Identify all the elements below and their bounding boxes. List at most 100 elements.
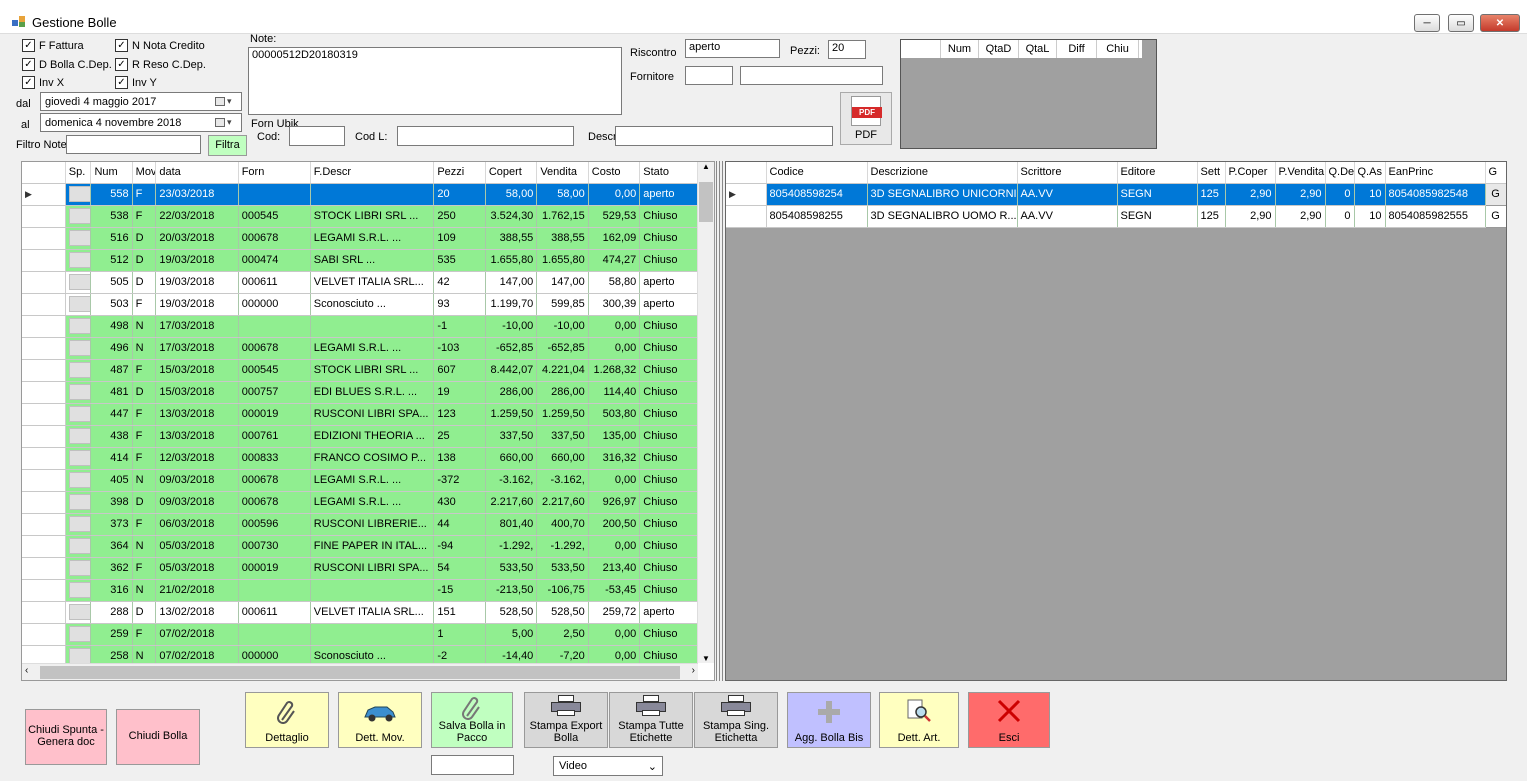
mov-cell[interactable]: F <box>132 425 157 448</box>
col-p-vendita[interactable]: P.Vendita <box>1275 162 1326 184</box>
col-vendita[interactable]: Vendita <box>536 162 589 184</box>
copert-cell[interactable]: 533,50 <box>485 557 538 580</box>
sp-cell[interactable] <box>65 535 92 558</box>
table-row[interactable]: 447 F 13/03/2018 000019 RUSCONI LIBRI SPA...… <box>22 403 698 426</box>
copert-cell[interactable]: -10,00 <box>485 315 538 338</box>
col-data[interactable]: data <box>155 162 239 184</box>
mov-cell[interactable]: D <box>132 249 157 272</box>
mov-cell[interactable]: D <box>132 381 157 404</box>
mov-cell[interactable]: N <box>132 535 157 558</box>
scroll-down-icon[interactable]: ▼ <box>698 654 714 663</box>
table-row[interactable]: 373 F 06/03/2018 000596 RUSCONI LIBRERIE... 4… <box>22 513 698 536</box>
data-cell[interactable]: 15/03/2018 <box>155 359 239 382</box>
check-inv-x[interactable]: ✓ Inv X <box>22 76 64 89</box>
col-scrittore[interactable]: Scrittore <box>1017 162 1118 184</box>
costo-cell[interactable]: 200,50 <box>588 513 641 536</box>
mov-cell[interactable]: F <box>132 447 157 470</box>
data-cell[interactable]: 15/03/2018 <box>155 381 239 404</box>
table-row[interactable]: 512 D 19/03/2018 000474 SABI SRL ... 535 1.655… <box>22 249 698 272</box>
check-inv-y[interactable]: ✓ Inv Y <box>115 76 157 89</box>
table-row[interactable]: 538 F 22/03/2018 000545 STOCK LIBRI SRL ... 2… <box>22 205 698 228</box>
col-q-as[interactable]: Q.As <box>1354 162 1386 184</box>
num-cell[interactable]: 498 <box>90 315 133 338</box>
costo-cell[interactable]: 0,00 <box>588 337 641 360</box>
filtra-button[interactable]: Filtra <box>208 135 247 156</box>
codice-cell[interactable]: 805408598254 <box>766 183 868 206</box>
stato-cell[interactable]: Chiuso <box>639 513 698 536</box>
mov-cell[interactable]: N <box>132 469 157 492</box>
mov-cell[interactable]: F <box>132 183 157 206</box>
pezzi-cell[interactable]: 138 <box>433 447 486 470</box>
forn-cell[interactable]: 000730 <box>238 535 311 558</box>
costo-cell[interactable]: 0,00 <box>588 623 641 646</box>
pezzi-cell[interactable]: 1 <box>433 623 486 646</box>
col-copert[interactable]: Copert <box>485 162 538 184</box>
forn-cell[interactable] <box>238 183 311 206</box>
descr-cell[interactable] <box>310 579 435 602</box>
date-al-picker[interactable]: domenica 4 novembre 2018 ▾ <box>40 113 242 132</box>
forn-cell[interactable]: 000545 <box>238 359 311 382</box>
forn-cell[interactable]: 000678 <box>238 227 311 250</box>
costo-cell[interactable]: 259,72 <box>588 601 641 624</box>
g-button[interactable]: G <box>1484 182 1506 206</box>
pezzi-cell[interactable]: 109 <box>433 227 486 250</box>
sp-cell[interactable] <box>65 579 92 602</box>
row-header[interactable] <box>22 557 66 580</box>
row-header[interactable] <box>22 623 66 646</box>
table-row[interactable]: 288 D 13/02/2018 000611 VELVET ITALIA SRL...… <box>22 601 698 624</box>
stato-cell[interactable]: Chiuso <box>639 249 698 272</box>
table-row[interactable]: 487 F 15/03/2018 000545 STOCK LIBRI SRL ... 6… <box>22 359 698 382</box>
descr-cell[interactable]: STOCK LIBRI SRL ... <box>310 359 435 382</box>
num-cell[interactable]: 316 <box>90 579 133 602</box>
mov-cell[interactable]: F <box>132 205 157 228</box>
forn-cell[interactable]: 000761 <box>238 425 311 448</box>
pezzi-cell[interactable]: 535 <box>433 249 486 272</box>
copert-cell[interactable]: 5,00 <box>485 623 538 646</box>
sp-cell[interactable] <box>65 293 92 316</box>
vendita-cell[interactable]: 286,00 <box>536 381 589 404</box>
vendita-cell[interactable]: 337,50 <box>536 425 589 448</box>
forn-cell[interactable]: 000678 <box>238 469 311 492</box>
col-sett[interactable]: Sett <box>1197 162 1226 184</box>
costo-cell[interactable]: 926,97 <box>588 491 641 514</box>
sp-cell[interactable] <box>65 403 92 426</box>
forn-cell[interactable] <box>238 315 311 338</box>
mov-cell[interactable]: F <box>132 623 157 646</box>
mov-cell[interactable]: F <box>132 557 157 580</box>
col-mov[interactable]: Mov <box>132 162 157 184</box>
data-cell[interactable]: 19/03/2018 <box>155 271 239 294</box>
forn-cell[interactable]: 000596 <box>238 513 311 536</box>
pezzi-cell[interactable]: 607 <box>433 359 486 382</box>
forn-cell[interactable]: 000833 <box>238 447 311 470</box>
splitter-handle[interactable] <box>716 161 724 681</box>
vendita-cell[interactable]: -106,75 <box>536 579 589 602</box>
stato-cell[interactable]: Chiuso <box>639 557 698 580</box>
check-d-bolla[interactable]: ✓ D Bolla C.Dep. <box>22 58 112 71</box>
descr-cell[interactable]: LEGAMI S.R.L. ... <box>310 469 435 492</box>
descr-cell[interactable]: STOCK LIBRI SRL ... <box>310 205 435 228</box>
copert-cell[interactable]: 1.259,50 <box>485 403 538 426</box>
row-header[interactable] <box>22 469 66 492</box>
pezzi-cell[interactable]: 250 <box>433 205 486 228</box>
costo-cell[interactable]: -53,45 <box>588 579 641 602</box>
note-textarea[interactable]: 00000512D20180319 <box>248 47 622 115</box>
pezzi-cell[interactable]: -15 <box>433 579 486 602</box>
costo-cell[interactable]: 1.268,32 <box>588 359 641 382</box>
dett-mov-button[interactable]: Dett. Mov. <box>338 692 422 748</box>
col-codice[interactable]: Codice <box>766 162 868 184</box>
row-header[interactable]: ▶ <box>726 183 767 206</box>
sett-cell[interactable]: 125 <box>1197 183 1226 206</box>
stampa-tutte-button[interactable]: Stampa Tutte Etichette <box>609 692 693 748</box>
mov-cell[interactable]: N <box>132 579 157 602</box>
maximize-button[interactable]: ▭ <box>1448 14 1474 32</box>
ean-princ-cell[interactable]: 8054085982555 <box>1385 205 1486 228</box>
vendita-cell[interactable]: 1.655,80 <box>536 249 589 272</box>
vendita-cell[interactable]: 599,85 <box>536 293 589 316</box>
copert-cell[interactable]: -3.162, <box>485 469 538 492</box>
descr-cell[interactable] <box>310 183 435 206</box>
mov-cell[interactable]: F <box>132 293 157 316</box>
data-cell[interactable]: 13/02/2018 <box>155 601 239 624</box>
descr-cell[interactable]: Sconosciuto ... <box>310 293 435 316</box>
num-cell[interactable]: 414 <box>90 447 133 470</box>
editore-cell[interactable]: SEGN <box>1117 205 1198 228</box>
